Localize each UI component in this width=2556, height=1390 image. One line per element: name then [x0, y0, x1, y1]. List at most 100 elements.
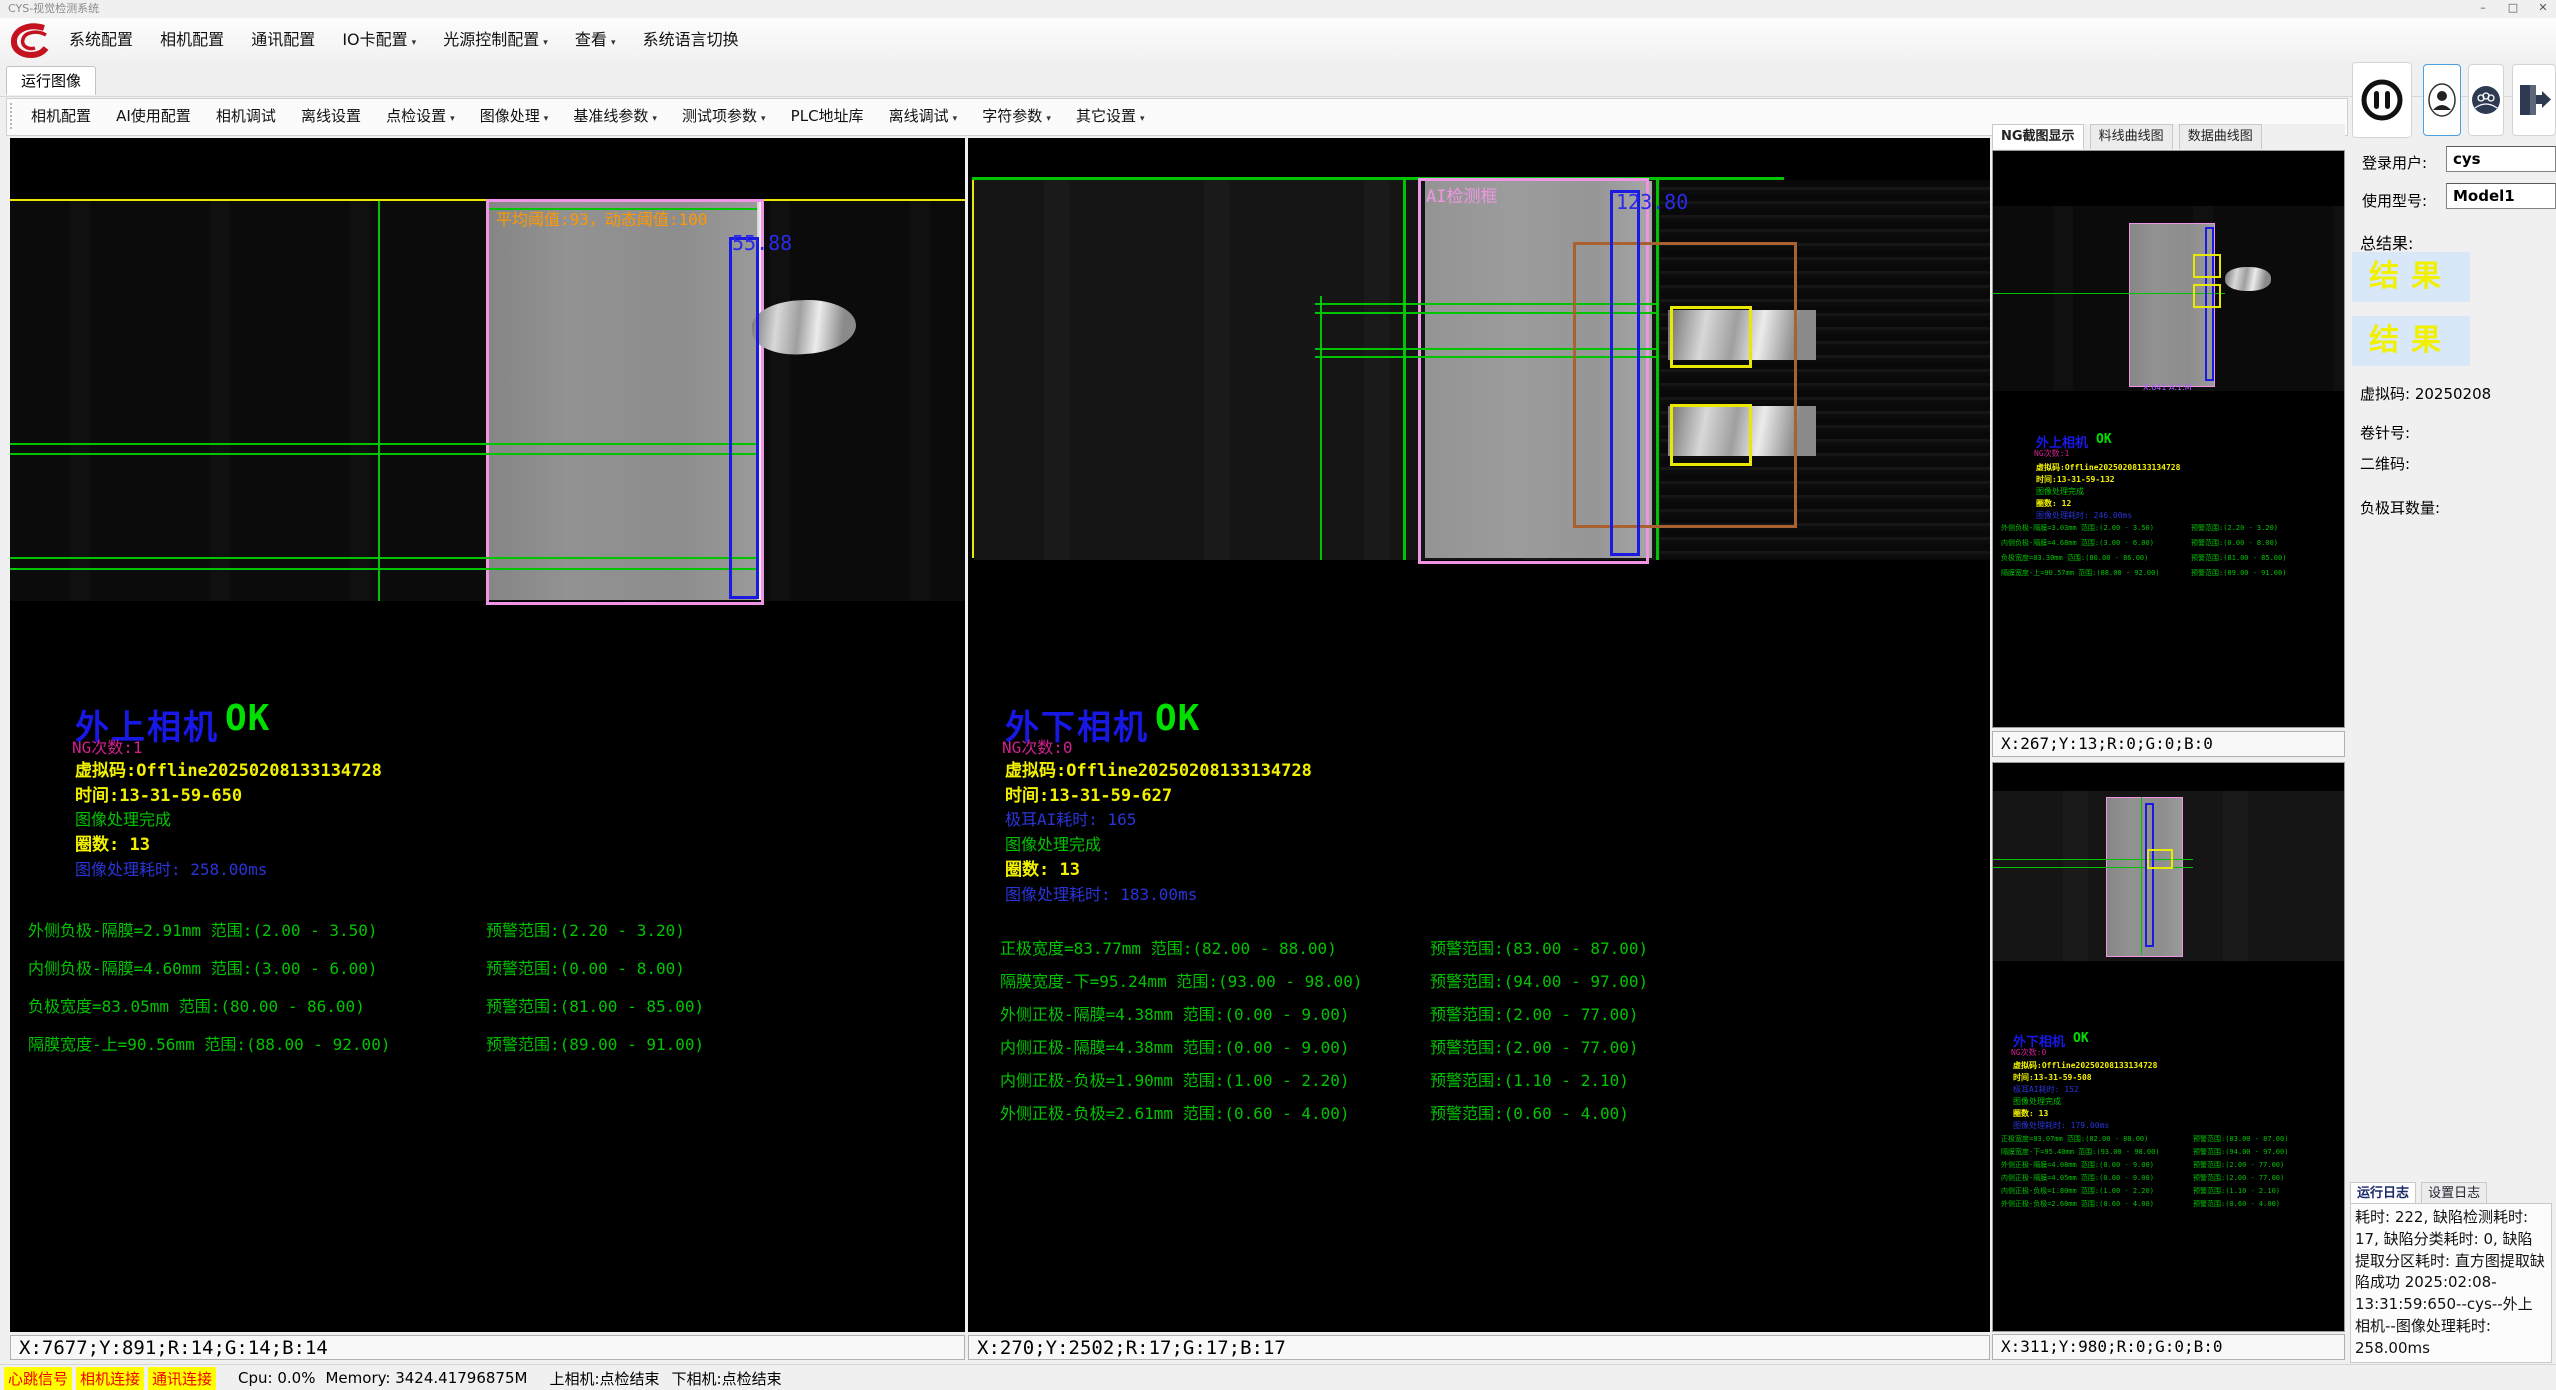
close-button[interactable]: ✕ [2528, 0, 2556, 17]
measurement-row: 正极宽度=83.77mm 范围:(82.00 - 88.00) 预警范围:(83… [1000, 935, 1337, 959]
measurement-row: 内侧正极-隔膜=4.38mm 范围:(0.00 - 9.00) 预警范围:(2.… [1000, 1034, 1350, 1058]
virtual-code: 虚拟码:Offline20250208133134728 [2036, 462, 2180, 473]
tab-ng-display[interactable]: NG截图显示 [1992, 124, 2084, 149]
virtual-code: 虚拟码:Offline20250208133134728 [1005, 756, 1312, 781]
menu-camera-config[interactable]: 相机配置 [160, 18, 224, 62]
tool-offline-debug[interactable]: 离线调试▾ [889, 99, 958, 136]
menu-language-switch[interactable]: 系统语言切换 [643, 18, 739, 62]
ng-thumbnail-lower[interactable]: 外下相机 OK NG次数:0 虚拟码:Offline20250208133134… [1992, 762, 2345, 1332]
width-measure-box [2145, 803, 2154, 947]
lower-camera-check-status: 下相机:点检结束 [672, 1368, 782, 1389]
measurement-row: 负极宽度=83.30mm 范围:(80.00 - 86.00) 预警范围:(81… [2001, 553, 2148, 563]
maximize-button[interactable]: □ [2498, 0, 2528, 17]
measurement-warn-range: 预警范围:(83.00 - 87.00) [2193, 1134, 2288, 1144]
tab-run-log[interactable]: 运行日志 [2350, 1182, 2416, 1204]
tool-image-processing[interactable]: 图像处理▾ [480, 99, 549, 136]
model-input[interactable]: Model1 [2446, 183, 2556, 209]
pause-button[interactable] [2352, 62, 2412, 138]
measurement-value: 外侧正极-隔膜=4.38mm 范围:(0.00 - 9.00) [1000, 1005, 1350, 1024]
measurement-value: 外侧正极-隔膜=4.08mm 范围:(0.00 - 9.00) [2001, 1161, 2154, 1169]
tool-camera-config[interactable]: 相机配置 [31, 99, 91, 133]
menu-light-control-config[interactable]: 光源控制配置▾ [443, 18, 548, 65]
tab-run-image[interactable]: 运行图像 [6, 66, 96, 95]
tab-settings-log[interactable]: 设置日志 [2421, 1182, 2487, 1204]
right-camera-view[interactable]: AI检测框 123.80 外下相机 OK NG次数:0 虚拟码:Offline2… [968, 138, 1990, 1332]
minimize-button[interactable]: – [2468, 0, 2498, 17]
measurement-warn-range: 预警范围:(1.10 - 2.10) [2193, 1186, 2280, 1196]
loop-count: 圈数: 13 [2013, 1108, 2048, 1119]
menu-view[interactable]: 查看▾ [575, 18, 616, 65]
tool-plc-address-lib[interactable]: PLC地址库 [791, 99, 864, 133]
measurement-warn-range: 预警范围:(2.00 - 77.00) [2193, 1160, 2284, 1170]
menu-io-card-config[interactable]: IO卡配置▾ [342, 18, 416, 65]
ng-thumbnail-upper[interactable]: X:641 A:1:M 外上相机 OK NG次数:1 虚拟码:Offline20… [1992, 150, 2345, 728]
measurement-warn-range: 预警范围:(0.00 - 8.00) [486, 955, 685, 979]
app-logo-icon [8, 21, 54, 59]
toolbar-grip[interactable] [10, 103, 16, 129]
title-bar: CYS-视觉检测系统 – □ ✕ [0, 0, 2556, 18]
width-measure-box [1610, 190, 1640, 556]
processing-done: 图像处理完成 [75, 806, 171, 830]
tab-material-curve[interactable]: 料线曲线图 [2090, 124, 2173, 149]
metal-tab-image [2225, 267, 2271, 291]
view-tab-strip: 运行图像 [0, 62, 2556, 97]
user-icon [2427, 80, 2457, 120]
total-result-label: 总结果: [2360, 230, 2413, 254]
menu-system-config[interactable]: 系统配置 [69, 18, 133, 62]
tool-camera-debug[interactable]: 相机调试 [216, 99, 276, 133]
measurement-value: 正极宽度=83.77mm 范围:(82.00 - 88.00) [1000, 939, 1337, 958]
measurement-warn-range: 预警范围:(2.00 - 77.00) [1430, 1034, 1639, 1058]
run-log-text[interactable]: 耗时: 222, 缺陷检测耗时: 17, 缺陷分类耗时: 0, 缺陷提取分区耗时… [2350, 1203, 2552, 1363]
defect-roi-box [1573, 242, 1797, 528]
tool-ai-usage-config[interactable]: AI使用配置 [116, 99, 191, 133]
measurement-value: 外侧负极-隔膜=3.03mm 范围:(2.00 - 3.50) [2001, 524, 2154, 532]
threshold-label: 平均阈值:93，动态阈值:100 [496, 206, 707, 230]
ng-count: NG次数:0 [2011, 1047, 2046, 1058]
measurement-row: 外侧正极-隔膜=4.38mm 范围:(0.00 - 9.00) 预警范围:(2.… [1000, 1001, 1350, 1025]
measurement-row: 隔膜宽度-上=90.57mm 范围:(88.00 - 92.00) 预警范围:(… [2001, 568, 2160, 578]
guide-line [378, 201, 380, 601]
dropdown-caret-icon: ▾ [1046, 114, 1051, 124]
ng-thumb1-coords: X:267;Y:13;R:0;G:0;B:0 [1992, 731, 2345, 757]
logout-button[interactable] [2512, 64, 2556, 136]
left-camera-view[interactable]: 55.88 平均阈值:93，动态阈值:100 外上相机 OK NG次数:1 虚拟… [10, 138, 965, 1332]
measurement-warn-range: 预警范围:(89.00 - 91.00) [2191, 568, 2286, 578]
measurement-warn-range: 预警范围:(2.00 - 77.00) [1430, 1001, 1639, 1025]
tab-data-curve[interactable]: 数据曲线图 [2179, 124, 2262, 149]
menu-comm-config[interactable]: 通讯配置 [251, 18, 315, 62]
measurement-warn-range: 预警范围:(81.00 - 85.00) [2191, 553, 2286, 563]
cpu-usage: Cpu: 0.0% [238, 1369, 315, 1387]
width-value-label: 55.88 [732, 231, 792, 255]
measurement-value: 负极宽度=83.05mm 范围:(80.00 - 86.00) [28, 997, 365, 1016]
dropdown-caret-icon: ▾ [544, 114, 549, 124]
measurement-warn-range: 预警范围:(94.00 - 97.00) [2193, 1147, 2288, 1157]
tool-test-item-params[interactable]: 测试项参数▾ [682, 99, 766, 136]
measurement-value: 隔膜宽度-上=90.57mm 范围:(88.00 - 92.00) [2001, 569, 2160, 577]
tool-other-settings[interactable]: 其它设置▾ [1076, 99, 1145, 136]
tool-spot-check-settings[interactable]: 点检设置▾ [386, 99, 455, 136]
user-button[interactable] [2423, 64, 2461, 136]
tool-char-params[interactable]: 字符参数▾ [982, 99, 1051, 136]
login-user-input[interactable]: cys [2446, 146, 2556, 172]
processing-elapsed: 图像处理耗时: 258.00ms [75, 856, 267, 880]
heartbeat-status-badge: 心跳信号 [4, 1367, 72, 1390]
users-button[interactable] [2468, 64, 2504, 136]
ng-count: NG次数:1 [2034, 448, 2069, 459]
guide-line [10, 443, 757, 445]
measurement-row: 正极宽度=83.07mm 范围:(82.00 - 88.00) 预警范围:(83… [2001, 1134, 2148, 1144]
tab-detect-box [1670, 404, 1752, 466]
width-value-label: 123.80 [1616, 190, 1688, 214]
ng-count: NG次数:0 [1002, 734, 1073, 758]
measurement-value: 外侧负极-隔膜=2.91mm 范围:(2.00 - 3.50) [28, 921, 378, 940]
processing-done: 图像处理完成 [1005, 831, 1101, 855]
measurement-row: 负极宽度=83.05mm 范围:(80.00 - 86.00) 预警范围:(81… [28, 993, 365, 1017]
tool-offline-settings[interactable]: 离线设置 [301, 99, 361, 133]
guide-line [10, 568, 757, 570]
capture-time: 时间:13-31-59-132 [2036, 474, 2115, 485]
comm-connection-badge: 通讯连接 [148, 1367, 216, 1390]
ng-count: NG次数:1 [72, 734, 143, 758]
app-window: CYS-视觉检测系统 – □ ✕ 系统配置 相机配置 通讯配置 IO卡配置▾ 光… [0, 0, 2556, 1390]
tool-baseline-params[interactable]: 基准线参数▾ [573, 99, 657, 136]
tab-detect-box [2193, 254, 2221, 278]
dropdown-caret-icon: ▾ [611, 38, 616, 48]
